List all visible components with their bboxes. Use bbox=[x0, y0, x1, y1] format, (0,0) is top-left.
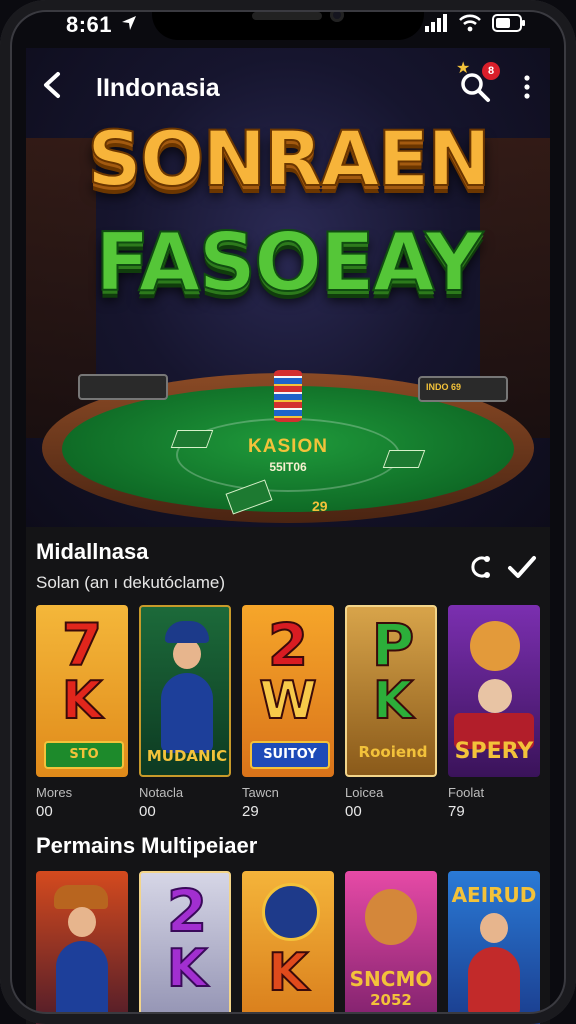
tile-caption: HUIGUE bbox=[51, 1011, 113, 1024]
game-tile[interactable]: P K Rooiend bbox=[345, 605, 437, 777]
tile-glyph: K bbox=[61, 670, 103, 732]
character-body bbox=[161, 673, 213, 753]
tile-caption: SPERY bbox=[454, 739, 534, 764]
game-meta-value: 79 bbox=[448, 803, 465, 820]
tile-caption: AEIRUD bbox=[451, 883, 537, 907]
tile-plate: SUITOY bbox=[250, 741, 330, 769]
chip-tray-right: INDO 69 bbox=[418, 376, 508, 402]
game-tile[interactable]: SNCMO 2052 bbox=[345, 871, 437, 1024]
page-title: lIndonasia bbox=[96, 74, 220, 102]
table-sublabel: 55IT06 bbox=[269, 460, 307, 474]
tile-glyph: 7 bbox=[61, 610, 103, 680]
back-arrow-icon[interactable] bbox=[38, 70, 68, 100]
game-meta-label: Notacla bbox=[139, 785, 184, 800]
tile-subcaption: 2052 bbox=[370, 991, 412, 1009]
game-meta-value: 29 bbox=[242, 803, 259, 820]
section-title: Permains Multipeiaer bbox=[36, 833, 258, 858]
game-tile[interactable]: AEIRUD CAALTO bbox=[448, 871, 540, 1024]
hero-banner[interactable]: ★ SONRAEN FASOEAY INDO 69 KASION 55IT06 … bbox=[26, 48, 550, 528]
share-icon[interactable] bbox=[466, 553, 494, 581]
tile-glyph: 2 bbox=[267, 610, 309, 680]
content-panel: Midallnasa Solan (an ı dekutóclame) 7 K … bbox=[26, 527, 550, 1024]
notification-badge: 8 bbox=[482, 62, 500, 80]
tile-plate: STO bbox=[44, 741, 124, 769]
chip-stack bbox=[274, 370, 302, 422]
wifi-icon bbox=[459, 14, 481, 32]
dog-head bbox=[365, 889, 417, 945]
location-arrow-icon bbox=[122, 16, 136, 30]
game-meta-value: 00 bbox=[36, 803, 53, 820]
status-time: 8:61 bbox=[66, 12, 113, 37]
top-app-bar: lIndonasia 8 bbox=[26, 60, 550, 116]
chip-tray-left bbox=[78, 374, 168, 400]
status-bar: 8:61 bbox=[0, 0, 576, 48]
game-tile[interactable]: MUDANIC bbox=[139, 605, 231, 777]
character-head bbox=[478, 679, 512, 713]
tile-glyph: 2 bbox=[166, 876, 208, 946]
game-meta-label: Loicea bbox=[345, 785, 384, 800]
character-body bbox=[468, 947, 520, 1017]
tile-caption: SNCMO bbox=[349, 967, 433, 991]
character-hat bbox=[165, 621, 209, 643]
game-tile[interactable]: 2 K bbox=[139, 871, 231, 1024]
hero-title-line2: FASOEAY bbox=[94, 215, 484, 310]
character-body bbox=[56, 941, 108, 1021]
game-tile[interactable]: SPERY bbox=[448, 605, 540, 777]
table-label: KASION bbox=[248, 436, 328, 457]
tiger-head bbox=[470, 621, 520, 671]
cellular-signal-icon bbox=[425, 14, 447, 32]
hero-title-line1: SONRAEN bbox=[86, 113, 492, 204]
game-meta-label: Foolat bbox=[448, 785, 485, 800]
character-head bbox=[173, 639, 201, 669]
tile-caption: Rooiend bbox=[358, 743, 428, 761]
check-icon[interactable] bbox=[506, 551, 538, 583]
tile-glyph: K bbox=[267, 942, 309, 1004]
character-hat bbox=[54, 885, 108, 909]
emblem-icon bbox=[262, 883, 320, 941]
tile-glyph: P bbox=[371, 610, 416, 680]
game-tile[interactable]: 7 K STO bbox=[36, 605, 128, 777]
phone-screen: ★ SONRAEN FASOEAY INDO 69 KASION 55IT06 … bbox=[0, 0, 576, 1024]
game-meta-label: Mores bbox=[36, 785, 73, 800]
section-title: Midallnasa bbox=[36, 539, 149, 564]
game-meta-value: 00 bbox=[139, 803, 156, 820]
status-icons bbox=[424, 14, 526, 32]
tile-glyph: K bbox=[166, 938, 208, 1000]
character-head bbox=[68, 907, 96, 937]
tile-subcaption: CAALTO bbox=[466, 1011, 522, 1024]
battery-icon bbox=[492, 14, 525, 32]
section-subtitle: Solan (an ı dekutóclame) bbox=[36, 573, 225, 592]
game-meta-label: Tawcn bbox=[242, 785, 279, 800]
tile-caption: MUDANIC bbox=[146, 747, 228, 765]
game-tile[interactable]: 2 W SUITOY bbox=[242, 605, 334, 777]
more-vert-icon[interactable] bbox=[518, 72, 536, 102]
tray-label: INDO 69 bbox=[426, 382, 462, 392]
game-meta-value: 00 bbox=[345, 803, 362, 820]
character-head bbox=[480, 913, 508, 943]
game-tile[interactable]: K bbox=[242, 871, 334, 1024]
game-tile[interactable]: HUIGUE bbox=[36, 871, 128, 1024]
tile-glyph: K bbox=[372, 670, 414, 732]
tile-glyph: W bbox=[258, 670, 317, 732]
table-number: 29 bbox=[312, 498, 328, 514]
